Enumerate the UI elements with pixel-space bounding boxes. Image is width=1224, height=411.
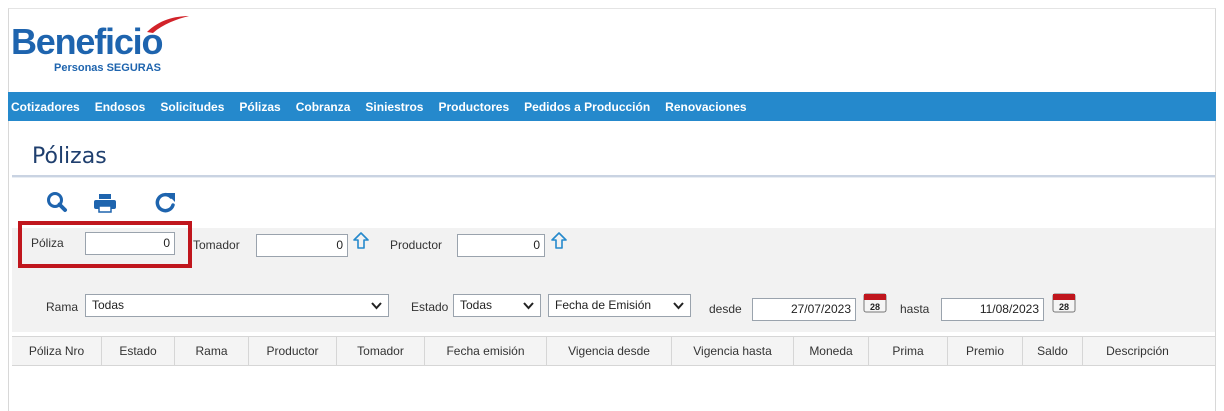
desde-calendar-icon[interactable]: 28	[863, 292, 887, 313]
col-tomador[interactable]: Tomador	[337, 337, 425, 365]
tomador-lookup-arrow-icon[interactable]	[353, 232, 369, 250]
refresh-icon[interactable]	[152, 190, 178, 216]
productor-lookup-arrow-icon[interactable]	[551, 232, 567, 250]
col-moneda[interactable]: Moneda	[794, 337, 869, 365]
nav-item-productores[interactable]: Productores	[438, 100, 509, 114]
hasta-date-input[interactable]: 11/08/2023	[941, 298, 1044, 321]
fecha-tipo-selected-value: Fecha de Emisión	[555, 298, 652, 312]
nav-item-cotizadores[interactable]: Cotizadores	[11, 100, 80, 114]
col-vigencia-desde[interactable]: Vigencia desde	[547, 337, 672, 365]
rama-label: Rama	[46, 300, 79, 314]
chevron-down-icon	[523, 302, 534, 310]
col-prima[interactable]: Prima	[869, 337, 948, 365]
calendar-icon: 28	[1052, 293, 1076, 313]
tomador-input[interactable]: 0	[256, 234, 348, 257]
main-nav: Cotizadores Endosos Solicitudes Pólizas …	[8, 92, 1216, 121]
nav-item-polizas[interactable]: Pólizas	[239, 100, 280, 114]
chevron-down-icon	[371, 302, 382, 310]
title-divider	[12, 175, 1215, 178]
nav-item-siniestros[interactable]: Siniestros	[365, 100, 423, 114]
col-fecha-emision[interactable]: Fecha emisión	[425, 337, 547, 365]
col-premio[interactable]: Premio	[948, 337, 1023, 365]
poliza-input[interactable]: 0	[85, 232, 175, 255]
col-saldo[interactable]: Saldo	[1023, 337, 1083, 365]
page-title: Pólizas	[32, 144, 107, 169]
toolbar	[12, 180, 1215, 228]
nav-item-pedidos-produccion[interactable]: Pedidos a Producción	[524, 100, 650, 114]
estado-label: Estado	[411, 300, 449, 314]
results-table-header: Póliza Nro Estado Rama Productor Tomador…	[12, 336, 1215, 366]
filter-panel: Póliza 0 Tomador 0 Productor 0 Rama Toda…	[12, 228, 1215, 332]
col-estado[interactable]: Estado	[102, 337, 175, 365]
chevron-down-icon	[673, 302, 684, 310]
hasta-calendar-icon[interactable]: 28	[1052, 292, 1076, 313]
calendar-day: 28	[870, 302, 880, 312]
brand-name: Beneficio	[11, 21, 163, 62]
rama-selected-value: Todas	[92, 298, 125, 312]
nav-item-endosos[interactable]: Endosos	[95, 100, 146, 114]
desde-label: desde	[709, 302, 742, 316]
calendar-icon: 28	[863, 293, 887, 313]
brand-logo: Beneficio Personas SEGURAS	[11, 14, 201, 76]
estado-select[interactable]: Todas	[453, 294, 541, 317]
nav-item-cobranza[interactable]: Cobranza	[296, 100, 351, 114]
results-table-body	[12, 366, 1215, 411]
fecha-tipo-select[interactable]: Fecha de Emisión	[548, 294, 691, 317]
calendar-day: 28	[1059, 302, 1069, 312]
tomador-label: Tomador	[193, 238, 240, 252]
productor-label: Productor	[390, 238, 443, 252]
estado-selected-value: Todas	[460, 298, 493, 312]
nav-item-renovaciones[interactable]: Renovaciones	[665, 100, 746, 114]
col-poliza-nro[interactable]: Póliza Nro	[12, 337, 102, 365]
hasta-label: hasta	[900, 302, 930, 316]
col-rama[interactable]: Rama	[175, 337, 249, 365]
nav-item-solicitudes[interactable]: Solicitudes	[160, 100, 224, 114]
print-icon[interactable]	[92, 190, 118, 216]
col-productor[interactable]: Productor	[249, 337, 337, 365]
search-icon[interactable]	[44, 190, 70, 216]
poliza-label: Póliza	[31, 236, 64, 250]
col-descripcion[interactable]: Descripción	[1083, 337, 1192, 365]
brand-tagline: Personas SEGURAS	[54, 62, 161, 74]
desde-date-input[interactable]: 27/07/2023	[752, 298, 856, 321]
col-vigencia-hasta[interactable]: Vigencia hasta	[672, 337, 794, 365]
productor-input[interactable]: 0	[457, 234, 545, 257]
rama-select[interactable]: Todas	[85, 294, 389, 317]
